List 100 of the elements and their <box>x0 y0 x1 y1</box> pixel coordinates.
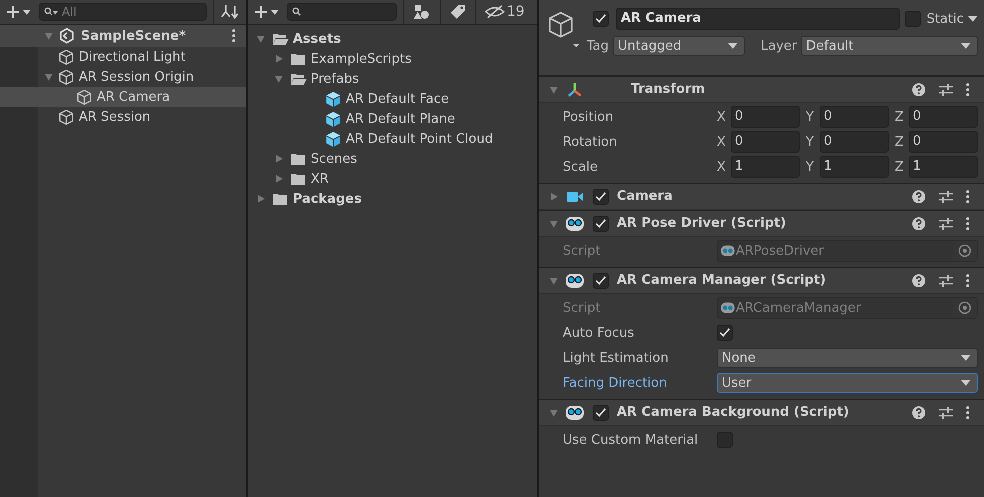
help-icon[interactable] <box>912 190 926 204</box>
property-label: Rotation <box>563 134 618 150</box>
enabled-checkbox[interactable] <box>593 188 609 204</box>
static-checkbox[interactable] <box>904 11 921 27</box>
project-item[interactable]: Packages <box>293 192 362 206</box>
help-icon[interactable] <box>912 216 926 230</box>
sort-icon[interactable] <box>221 4 239 20</box>
property-checkbox[interactable] <box>717 432 733 448</box>
property-label: Position <box>563 110 615 124</box>
name-field[interactable]: AR Camera <box>616 8 900 30</box>
layer-dropdown[interactable]: Default <box>801 36 978 56</box>
script-name: ARPoseDriver <box>736 244 826 258</box>
project-item[interactable]: XR <box>311 172 329 186</box>
cube-icon <box>58 108 75 126</box>
scene-name: SampleScene* <box>81 28 188 44</box>
help-icon[interactable] <box>912 82 926 96</box>
axis-label: Y <box>806 110 815 124</box>
expand-arrow-icon[interactable] <box>549 276 559 286</box>
property-label: Script <box>563 244 602 258</box>
tag-dropdown[interactable]: Untagged <box>613 36 746 56</box>
property-checkbox[interactable] <box>717 325 733 341</box>
number-field[interactable]: 1 <box>820 156 889 178</box>
more-icon[interactable] <box>232 29 236 43</box>
number-field[interactable]: 0 <box>731 131 800 153</box>
number-field[interactable]: 0 <box>820 131 889 153</box>
settings-sliders-icon[interactable] <box>938 216 954 230</box>
help-icon[interactable] <box>912 406 926 420</box>
cube-icon[interactable] <box>547 10 581 48</box>
expand-arrow-icon[interactable] <box>274 154 284 164</box>
component-title: Camera <box>617 189 674 204</box>
more-icon[interactable] <box>966 216 970 230</box>
property-label: Light Estimation <box>563 350 670 366</box>
number-field[interactable]: 1 <box>731 156 800 178</box>
enabled-checkbox[interactable] <box>593 272 609 288</box>
settings-sliders-icon[interactable] <box>938 190 954 204</box>
search-field[interactable]: All <box>39 3 207 21</box>
component-header[interactable]: Camera <box>539 183 984 210</box>
project-item[interactable]: Scenes <box>311 152 358 166</box>
settings-sliders-icon[interactable] <box>938 274 954 288</box>
project-item[interactable]: Assets <box>293 32 342 46</box>
scene-row[interactable]: SampleScene* <box>0 25 246 47</box>
axis-label: Z <box>895 134 905 150</box>
scene-icon <box>59 28 75 44</box>
component-header[interactable]: AR Pose Driver (Script) <box>539 210 984 237</box>
tag-label: Tag <box>587 38 610 54</box>
property-dropdown[interactable]: User <box>717 373 978 393</box>
expand-arrow-icon[interactable] <box>549 192 559 202</box>
prefab-cube-icon <box>325 130 342 148</box>
expand-arrow-icon[interactable] <box>549 218 559 228</box>
hierarchy-item[interactable]: AR Session Origin <box>0 67 246 87</box>
caret-icon <box>728 43 738 49</box>
axis-label: Y <box>806 160 815 174</box>
project-item[interactable]: ExampleScripts <box>311 52 412 66</box>
expand-arrow-icon[interactable] <box>549 84 559 94</box>
script-name: ARCameraManager <box>736 300 862 316</box>
expand-arrow-icon[interactable] <box>256 194 266 204</box>
enabled-checkbox[interactable] <box>593 216 609 232</box>
component-header[interactable]: Transform <box>539 76 984 103</box>
expand-arrow-icon[interactable] <box>274 74 284 84</box>
property-label: Facing Direction <box>563 376 668 390</box>
axis-label: X <box>717 110 727 124</box>
number-field[interactable]: 1 <box>909 156 978 178</box>
number-field[interactable]: 0 <box>820 106 889 128</box>
help-icon[interactable] <box>912 274 926 288</box>
expand-arrow-icon[interactable] <box>256 34 266 44</box>
expand-arrow-icon[interactable] <box>549 408 559 418</box>
more-icon[interactable] <box>966 406 970 420</box>
hierarchy-item[interactable]: Directional Light <box>0 47 246 67</box>
open-folder-icon <box>290 72 307 86</box>
enabled-checkbox[interactable] <box>593 404 609 420</box>
active-checkbox[interactable] <box>593 11 609 27</box>
property-dropdown[interactable]: None <box>717 348 978 368</box>
static-dropdown[interactable]: Static <box>926 12 978 26</box>
component-title: AR Pose Driver (Script) <box>617 216 788 231</box>
shapes-icon[interactable] <box>413 4 431 20</box>
hidden-count-button[interactable]: 19 <box>476 4 529 20</box>
number-field[interactable]: 0 <box>909 131 978 153</box>
more-icon[interactable] <box>966 190 970 204</box>
search-field[interactable] <box>287 3 397 21</box>
more-icon[interactable] <box>966 274 970 288</box>
caret-icon <box>271 10 279 14</box>
number-field[interactable]: 0 <box>731 106 800 128</box>
expand-arrow-icon[interactable] <box>274 174 284 184</box>
more-icon[interactable] <box>966 82 970 96</box>
project-item[interactable]: AR Default Point Cloud <box>346 132 494 146</box>
number-field[interactable]: 0 <box>909 106 978 128</box>
script-icon <box>565 214 585 232</box>
settings-sliders-icon[interactable] <box>938 406 954 420</box>
project-item[interactable]: Prefabs <box>311 72 360 86</box>
settings-sliders-icon[interactable] <box>938 82 954 96</box>
component-header[interactable]: AR Camera Background (Script) <box>539 399 984 426</box>
expand-arrow-icon[interactable] <box>274 54 284 64</box>
cube-icon <box>76 88 93 106</box>
hierarchy-item[interactable]: AR Session <box>0 107 246 127</box>
expand-arrow-icon[interactable] <box>44 72 54 82</box>
project-item[interactable]: AR Default Plane <box>346 112 456 126</box>
hierarchy-item[interactable]: AR Camera <box>0 87 246 107</box>
tag-icon[interactable] <box>450 4 466 20</box>
project-item[interactable]: AR Default Face <box>346 92 450 106</box>
component-header[interactable]: AR Camera Manager (Script) <box>539 267 984 294</box>
